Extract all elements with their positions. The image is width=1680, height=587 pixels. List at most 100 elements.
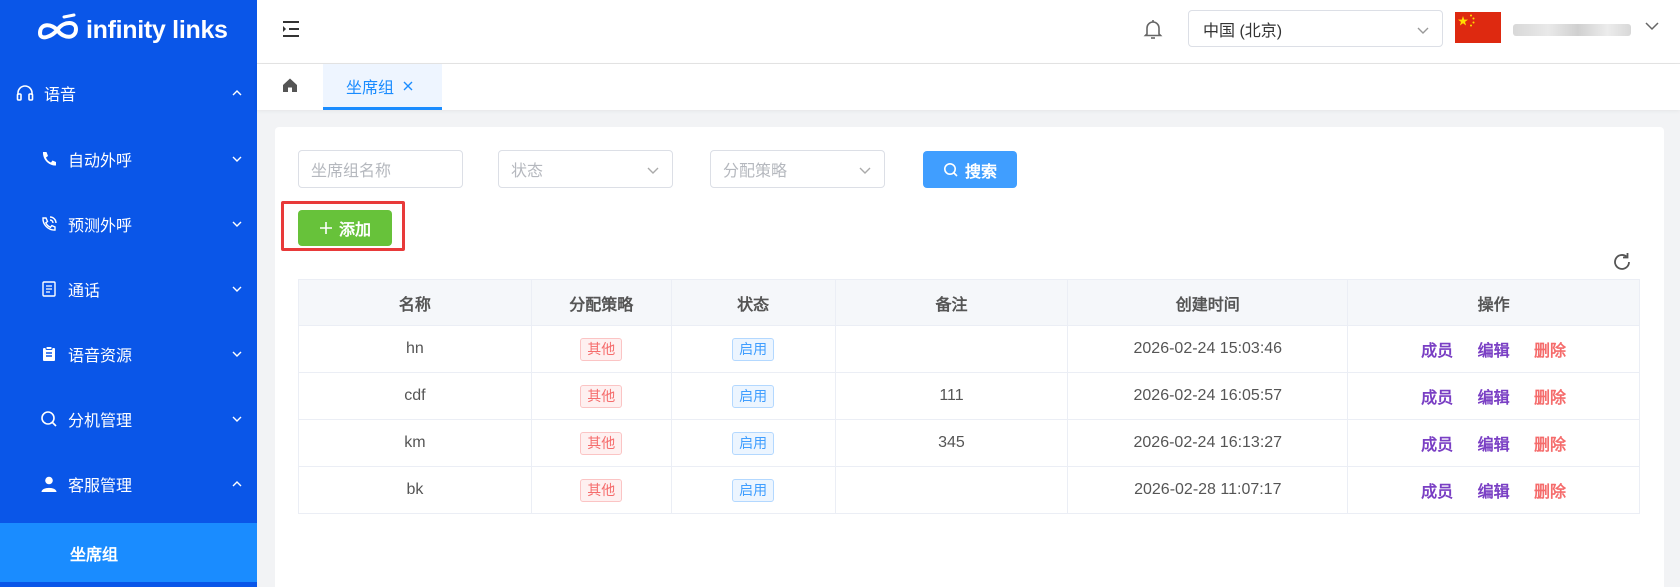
cell-created: 2026-02-28 11:07:17	[1067, 466, 1349, 514]
menu-fold-icon[interactable]	[281, 19, 301, 39]
sidebar-item-agent-group[interactable]: 坐席组	[0, 523, 257, 582]
cell-name: km	[298, 419, 532, 467]
phone-icon	[40, 150, 58, 168]
status-tag: 启用	[732, 337, 775, 361]
table-row: cdf 其他 启用 111 2026-02-24 16:05:57 成员 编辑 …	[298, 372, 1640, 420]
sidebar-item-auto-dial[interactable]: 自动外呼	[0, 126, 257, 191]
edit-link[interactable]: 编辑	[1478, 431, 1510, 455]
chevron-up-icon	[232, 90, 242, 96]
cell-status: 启用	[670, 372, 836, 420]
chevron-down-icon	[1417, 27, 1429, 34]
delete-link[interactable]: 删除	[1534, 384, 1566, 408]
column-header-strategy: 分配策略	[530, 279, 672, 326]
home-icon[interactable]	[281, 76, 299, 94]
user-name-redacted[interactable]	[1513, 24, 1631, 36]
cell-remark: 345	[834, 419, 1069, 467]
cell-actions: 成员 编辑 删除	[1347, 325, 1640, 373]
cell-name: bk	[298, 466, 532, 514]
members-link[interactable]: 成员	[1421, 478, 1453, 502]
strategy-tag: 其他	[580, 384, 623, 408]
chevron-down-icon	[232, 416, 242, 422]
cell-name: cdf	[298, 372, 532, 420]
cell-strategy: 其他	[530, 372, 672, 420]
cell-status: 启用	[670, 419, 836, 467]
sidebar-item-voice-resources[interactable]: 语音资源	[0, 321, 257, 386]
sidebar-item-customer-service[interactable]: 客服管理	[0, 451, 257, 516]
cell-remark	[834, 466, 1069, 514]
cell-remark	[834, 325, 1069, 373]
delete-link[interactable]: 删除	[1534, 337, 1566, 361]
chevron-down-icon	[232, 221, 242, 227]
sidebar-item-label: 语音	[44, 87, 77, 104]
chevron-up-icon	[232, 480, 242, 486]
search-icon	[943, 162, 958, 177]
chevron-down-icon[interactable]	[1643, 17, 1661, 35]
sidebar-item-label: 通话	[68, 282, 101, 300]
agent-group-table: 名称 分配策略 状态 备注 创建时间 操作 hn 其他 启用 2026-02-2…	[298, 279, 1640, 514]
status-tag: 启用	[732, 478, 775, 502]
refresh-icon[interactable]	[1611, 251, 1633, 273]
edit-link[interactable]: 编辑	[1478, 384, 1510, 408]
search-label: 搜索	[964, 163, 997, 181]
user-icon	[40, 475, 58, 493]
bell-icon[interactable]	[1141, 17, 1165, 41]
brand-name: infinity links	[86, 15, 228, 44]
members-link[interactable]: 成员	[1421, 337, 1453, 361]
main-card: 坐席组名称 状态 分配策略 搜索 添加 名称 分配策略 状态 备注 创建时间 操…	[275, 127, 1664, 587]
column-header-remark: 备注	[834, 279, 1069, 326]
status-select[interactable]: 状态	[498, 150, 673, 188]
cell-created: 2026-02-24 15:03:46	[1067, 325, 1349, 373]
table-row: bk 其他 启用 2026-02-28 11:07:17 成员 编辑 删除	[298, 466, 1640, 514]
placeholder-text: 坐席组名称	[311, 163, 392, 180]
placeholder-text: 状态	[511, 163, 544, 180]
sidebar-item-calls[interactable]: 通话	[0, 256, 257, 321]
edit-link[interactable]: 编辑	[1478, 337, 1510, 361]
cell-actions: 成员 编辑 删除	[1347, 372, 1640, 420]
chevron-down-icon	[232, 286, 242, 292]
tab-label: 坐席组	[346, 79, 395, 97]
region-select[interactable]: 中国 (北京)	[1188, 10, 1443, 47]
cell-status: 启用	[670, 466, 836, 514]
chevron-down-icon	[232, 351, 242, 357]
sidebar-item-predictive-dial[interactable]: 预测外呼	[0, 191, 257, 256]
cell-strategy: 其他	[530, 419, 672, 467]
delete-link[interactable]: 删除	[1534, 431, 1566, 455]
plus-icon	[319, 222, 332, 234]
agent-group-name-input[interactable]: 坐席组名称	[298, 150, 463, 188]
add-label: 添加	[338, 222, 371, 239]
table-row: hn 其他 启用 2026-02-24 15:03:46 成员 编辑 删除	[298, 325, 1640, 373]
page-tabs: 坐席组	[257, 64, 1680, 110]
cell-actions: 成员 编辑 删除	[1347, 466, 1640, 514]
region-value: 中国 (北京)	[1203, 22, 1283, 40]
status-tag: 启用	[732, 431, 775, 455]
add-button[interactable]: 添加	[298, 210, 392, 246]
cell-status: 启用	[670, 325, 836, 373]
delete-link[interactable]: 删除	[1534, 478, 1566, 502]
strategy-tag: 其他	[580, 478, 623, 502]
members-link[interactable]: 成员	[1421, 431, 1453, 455]
sidebar-item-extension-management[interactable]: 分机管理	[0, 386, 257, 451]
clipboard-icon	[40, 345, 58, 363]
sidebar-item-voice[interactable]: 语音	[0, 60, 257, 126]
sidebar-item-label: 分机管理	[68, 412, 133, 430]
tab-agent-group[interactable]: 坐席组	[323, 64, 442, 110]
allocation-strategy-select[interactable]: 分配策略	[710, 150, 885, 188]
cell-actions: 成员 编辑 删除	[1347, 419, 1640, 467]
placeholder-text: 分配策略	[723, 163, 788, 180]
cell-created: 2026-02-24 16:05:57	[1067, 372, 1349, 420]
chevron-down-icon	[859, 167, 871, 174]
china-flag-icon[interactable]	[1455, 12, 1501, 43]
close-icon[interactable]	[402, 80, 414, 92]
sidebar-item-label: 客服管理	[68, 477, 133, 495]
search-icon	[40, 410, 58, 428]
sidebar-item-label: 坐席组	[70, 546, 119, 564]
edit-link[interactable]: 编辑	[1478, 478, 1510, 502]
members-link[interactable]: 成员	[1421, 384, 1453, 408]
table-row: km 其他 启用 345 2026-02-24 16:13:27 成员 编辑 删…	[298, 419, 1640, 467]
status-tag: 启用	[732, 384, 775, 408]
search-button[interactable]: 搜索	[923, 151, 1017, 188]
phone-ringing-icon	[40, 215, 58, 233]
sidebar-item-label: 语音资源	[68, 347, 133, 365]
brand-logo[interactable]: infinity links	[0, 0, 257, 60]
cell-strategy: 其他	[530, 325, 672, 373]
